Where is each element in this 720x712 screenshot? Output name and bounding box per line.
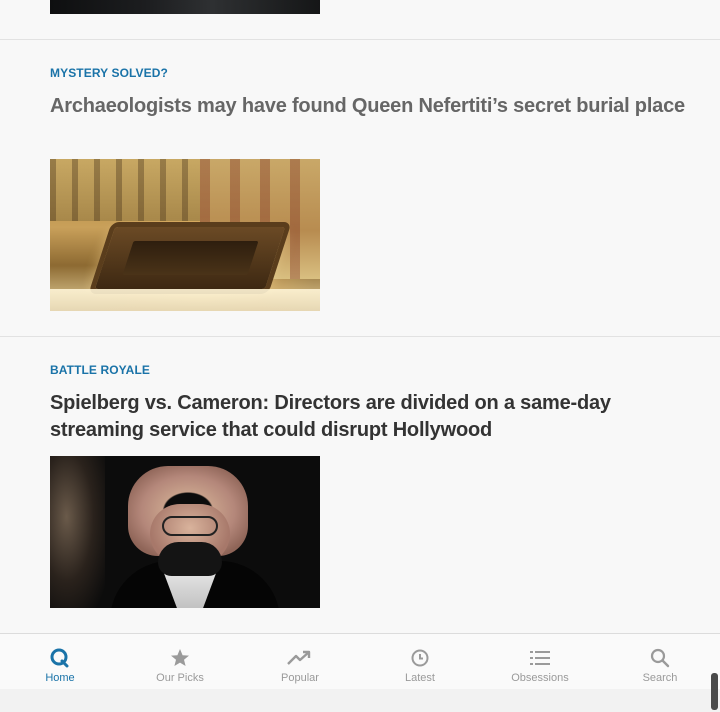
clock-icon	[411, 649, 429, 667]
photo-glasses	[162, 516, 218, 536]
nav-label-search: Search	[642, 672, 678, 684]
nav-our-picks[interactable]: Our Picks	[120, 634, 240, 689]
article-kicker[interactable]: BATTLE ROYALE	[50, 362, 690, 378]
nav-label-latest: Latest	[405, 672, 435, 684]
sarcophagus-interior	[122, 241, 259, 275]
photo-background	[50, 456, 105, 608]
article-image[interactable]	[50, 456, 320, 608]
star-icon	[171, 649, 189, 666]
list-icon	[530, 651, 550, 665]
article-kicker[interactable]: MYSTERY SOLVED?	[50, 65, 690, 81]
bottom-margin	[0, 689, 720, 712]
nav-home[interactable]: Home	[0, 634, 120, 689]
nav-label-popular: Popular	[281, 672, 319, 684]
photo-beard	[158, 542, 222, 576]
article-card[interactable]: BATTLE ROYALE Spielberg vs. Cameron: Dir…	[50, 362, 690, 608]
nav-label-obsessions: Obsessions	[511, 672, 569, 684]
previous-article-image[interactable]	[50, 0, 320, 14]
article-feed[interactable]: MYSTERY SOLVED? Archaeologists may have …	[0, 0, 720, 634]
divider	[0, 336, 720, 337]
article-image[interactable]	[50, 159, 320, 311]
nav-latest[interactable]: Latest	[360, 634, 480, 689]
quartz-q-icon	[50, 648, 69, 668]
nav-popular[interactable]: Popular	[240, 634, 360, 689]
article-headline[interactable]: Archaeologists may have found Queen Nefe…	[50, 93, 690, 120]
divider	[0, 39, 720, 40]
search-icon	[650, 648, 670, 668]
nav-label-our-picks: Our Picks	[156, 672, 204, 684]
nav-label-home: Home	[45, 672, 75, 684]
article-card[interactable]: MYSTERY SOLVED? Archaeologists may have …	[50, 65, 690, 311]
nav-obsessions[interactable]: Obsessions	[480, 634, 600, 689]
nav-search[interactable]: Search	[600, 634, 720, 689]
bottom-navigation: Home Our Picks Popular Latest Obsessions	[0, 633, 720, 689]
glass-barrier	[50, 289, 320, 311]
trending-icon	[287, 650, 311, 665]
article-headline[interactable]: Spielberg vs. Cameron: Directors are div…	[50, 390, 690, 444]
scrollbar-thumb[interactable]	[711, 673, 718, 710]
